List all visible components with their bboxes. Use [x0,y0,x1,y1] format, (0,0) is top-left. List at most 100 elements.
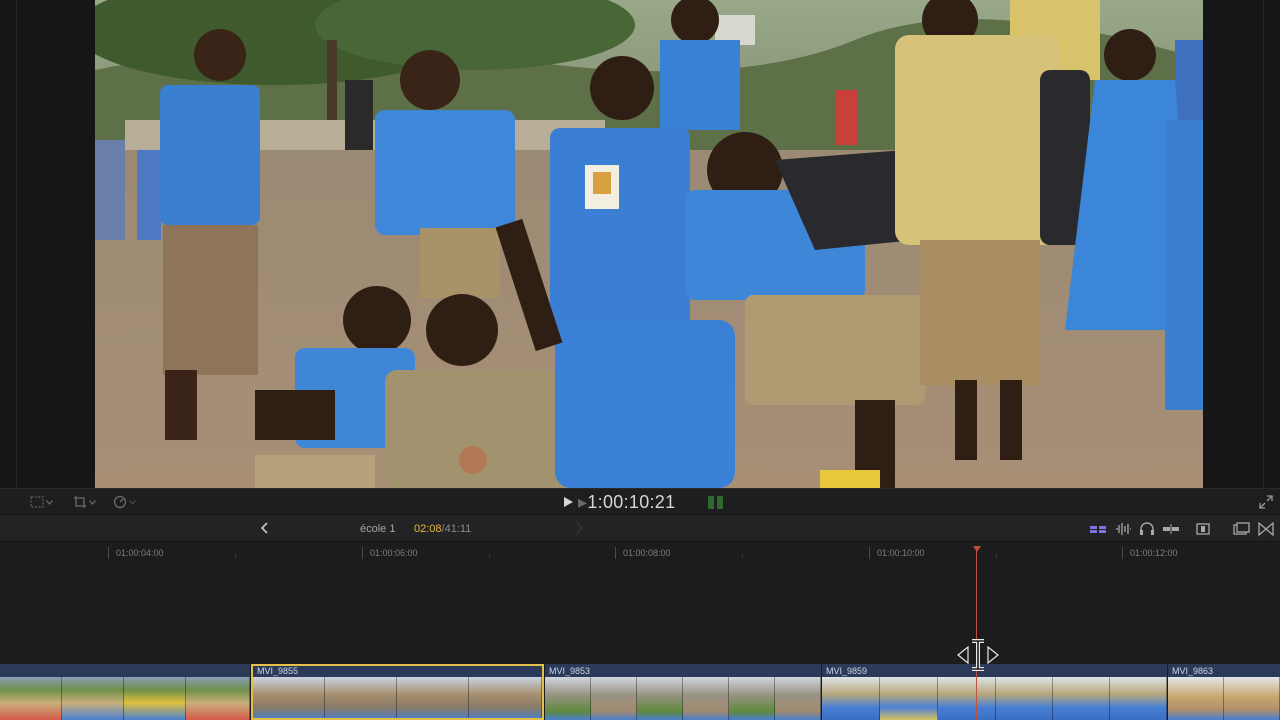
timeline-ruler[interactable]: 01:00:04:00 01:00:06:00 01:00:08:00 01:0… [0,542,1280,562]
clip-thumbnail [996,677,1053,720]
clip-thumbnail [637,677,683,720]
viewer [0,0,1280,488]
ruler-tick-label: 01:00:12:00 [1130,548,1178,558]
effects-browser-icon [1233,522,1250,535]
timecode-display[interactable]: ▸1:00:10:21 [578,492,675,513]
clip-label: MVI_9859 [826,666,868,676]
ruler-major-tick [1122,547,1123,559]
timeline-clip[interactable]: MVI_9859 [822,664,1167,720]
fullscreen-button[interactable] [1259,495,1273,509]
clip-thumbnail [1110,677,1167,720]
ruler-major-tick [869,547,870,559]
viewer-letterbox-left [0,0,95,488]
clip-filmstrip [822,677,1167,720]
clip-filmstrip [1168,677,1280,720]
audio-waveform-icon [1116,523,1131,535]
effects-browser-button[interactable] [1232,521,1250,537]
snapping-icon [1196,523,1210,535]
clip-thumbnail [62,677,124,720]
timeline-clip[interactable]: MVI_9863 [1168,664,1280,720]
project-name: école 1 [360,523,396,535]
clip-filmstrip [0,677,250,720]
headphones-icon [1140,522,1154,535]
timeline-clip[interactable] [0,664,250,720]
snapping-button[interactable] [1194,521,1212,537]
video-frame-image [95,0,1203,488]
timeline-forward-button[interactable] [574,521,586,535]
ruler-minor-tick [742,554,743,559]
clip-thumbnail [822,677,880,720]
audio-meter-right [717,496,723,509]
clip-thumbnail [591,677,637,720]
ruler-major-tick [362,547,363,559]
clip-appearance-button[interactable] [1089,521,1107,537]
project-duration: 02:08/41:11 [414,523,471,535]
timeline-clip-selected[interactable]: MVI_9855 [251,664,544,720]
crop-button[interactable] [73,494,96,510]
clip-thumbnail [1168,677,1224,720]
fullscreen-icon [1259,495,1273,509]
playhead-handle[interactable] [973,546,981,552]
chevron-down-icon [46,499,53,505]
timecode-prefix: ▸ [578,492,588,512]
chevron-down-icon [129,499,136,505]
transitions-browser-button[interactable] [1257,521,1275,537]
clip-thumbnail [683,677,729,720]
chevron-right-icon [576,522,583,534]
clip-label: MVI_9853 [549,666,591,676]
ruler-minor-tick [489,554,490,559]
skimming-button[interactable] [1162,521,1180,537]
timeline-back-button[interactable] [258,521,272,535]
clip-thumbnail [124,677,186,720]
speed-icon [113,495,127,509]
speed-button[interactable] [113,494,136,510]
clip-filmstrip [253,677,542,718]
transform-button[interactable] [30,494,53,510]
clip-thumbnail [1053,677,1110,720]
clip-thumbnail [938,677,996,720]
clip-label: MVI_9863 [1172,666,1214,676]
project-current-time: 02:08 [414,523,442,535]
playhead[interactable] [976,546,977,720]
transform-icon [30,496,44,508]
timeline-header: école 1 02:08/41:11 [0,514,1280,542]
audio-meter-left [708,496,714,509]
viewer-letterbox-right [1203,0,1280,488]
ruler-tick-label: 01:00:04:00 [116,548,164,558]
ruler-tick-label: 01:00:10:00 [877,548,925,558]
trim-cursor-icon [956,638,1000,672]
skimming-icon [1163,524,1179,534]
video-frame[interactable] [95,0,1203,488]
audio-waveform-button[interactable] [1114,521,1132,537]
timecode-value: 1:00:10:21 [587,492,676,512]
ruler-tick-label: 01:00:08:00 [623,548,671,558]
transitions-browser-icon [1258,521,1274,537]
clip-thumbnail [1224,677,1280,720]
clip-thumbnail [545,677,591,720]
clip-thumbnail [775,677,821,720]
ruler-minor-tick [996,554,997,559]
final-cut-window: ▸1:00:10:21 école 1 02:08/41:11 01:00:04… [0,0,1280,720]
play-icon [564,497,573,507]
audio-meter[interactable] [708,496,728,509]
clip-thumbnail [0,677,62,720]
clip-thumbnail [186,677,250,720]
ruler-minor-tick [235,554,236,559]
clip-label: MVI_9855 [257,666,299,676]
chevron-down-icon [89,499,96,505]
play-button[interactable] [561,495,575,509]
viewer-control-bar: ▸1:00:10:21 [0,488,1280,514]
chevron-left-icon [260,522,268,534]
project-total-time: /41:11 [441,523,472,535]
ruler-major-tick [108,547,109,559]
ruler-major-tick [615,547,616,559]
headphones-button[interactable] [1138,521,1156,537]
clip-thumbnail [469,677,542,718]
clip-thumbnail [397,677,469,718]
crop-icon [73,495,87,509]
clip-filmstrip [545,677,821,720]
clip-appearance-icon [1090,524,1106,535]
clip-thumbnail [729,677,775,720]
ruler-tick-label: 01:00:06:00 [370,548,418,558]
timeline-clip[interactable]: MVI_9853 [545,664,821,720]
